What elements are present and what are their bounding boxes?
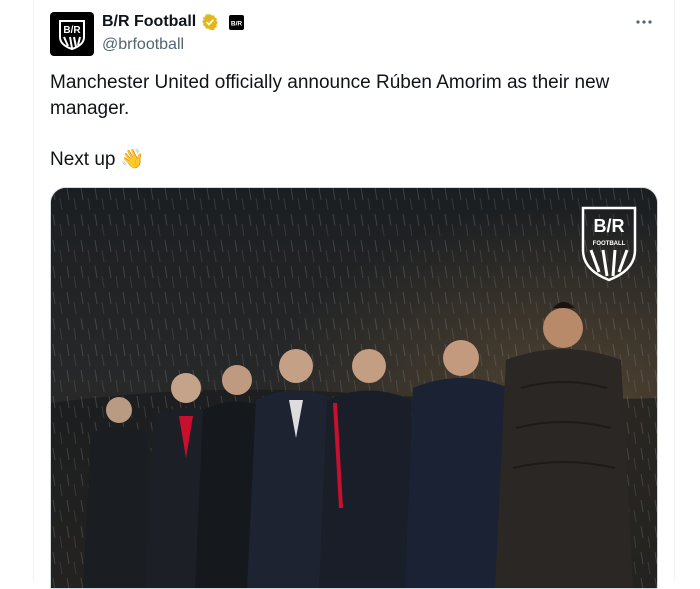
managers-in-rain-photo: B/R FOOTBALL [51,188,657,588]
tweet-line-2-text: Next up [50,149,116,170]
display-name[interactable]: B/R Football [102,13,196,31]
affiliate-badge-text: B/R [231,20,243,27]
affiliate-badge-icon[interactable]: B/R [229,14,245,30]
more-options-icon[interactable] [632,12,656,32]
tweet-card[interactable]: B/R B/R Football B/R @brfootball Manches… [33,0,675,589]
watermark-text: B/R [594,216,625,236]
tweet-text: Manchester United officially announce Rú… [50,70,650,173]
verified-badge-icon[interactable] [201,13,219,31]
waving-hand-emoji: 👋 [120,149,145,170]
br-logo-icon: B/R [59,20,85,51]
account-handle[interactable]: @brfootball [102,36,184,54]
tweet-line-1: Manchester United officially announce Rú… [50,72,610,119]
tweet-image[interactable]: B/R FOOTBALL [50,187,658,589]
account-avatar[interactable]: B/R [50,12,94,56]
watermark-subtext: FOOTBALL [593,241,626,247]
tweet-line-2: Next up 👋 [50,147,650,173]
avatar-logo-text: B/R [63,25,81,36]
